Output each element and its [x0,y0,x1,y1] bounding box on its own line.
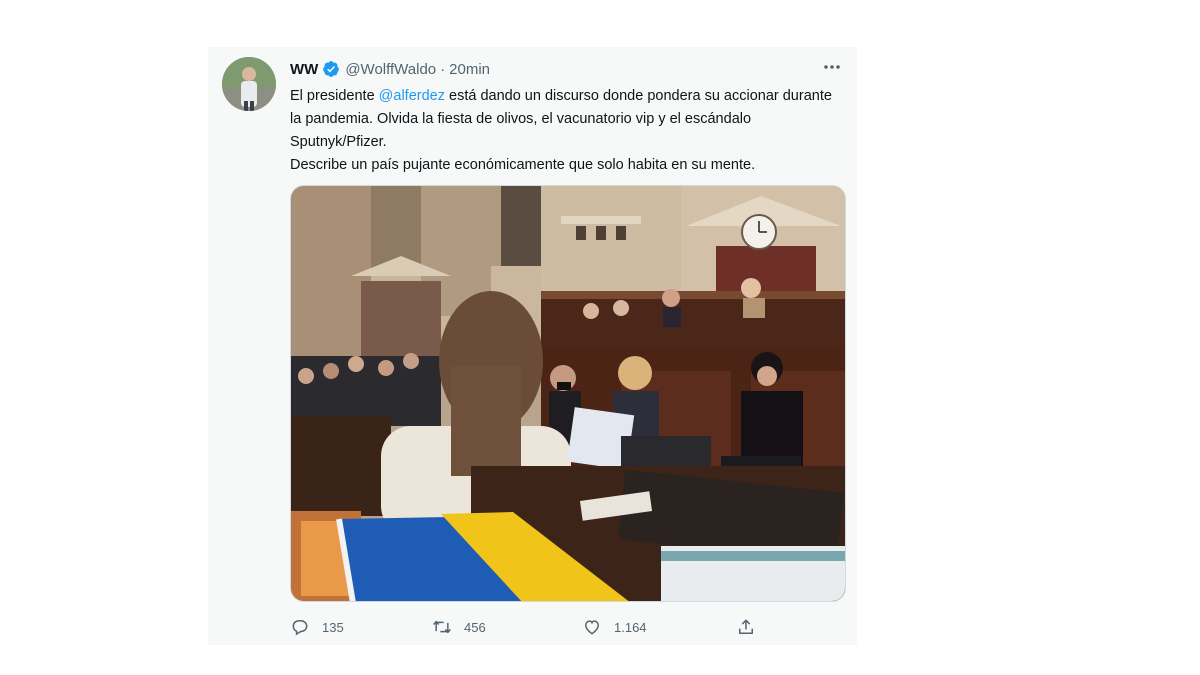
tweet-header: WW @WolffWaldo · 20min [290,59,490,79]
separator-dot: · [440,60,446,78]
photo-parliament-session [291,186,845,601]
tweet-text-line2: Describe un país pujante económicamente … [290,157,756,173]
verified-badge-icon [323,61,340,77]
avatar[interactable] [222,57,276,111]
tweet-actions: 135 456 1.164 [290,617,770,639]
tweet-text: El presidente @alferdez está dando un di… [290,85,846,177]
tweet-text-prefix: El presidente [290,88,379,104]
reply-button[interactable]: 135 [290,617,344,637]
share-icon [739,619,753,634]
tweet-card[interactable]: WW @WolffWaldo · 20min El presidente @al… [208,47,857,645]
reply-count: 135 [322,619,344,635]
more-options-icon[interactable] [821,59,843,75]
retweet-button[interactable]: 456 [432,617,486,637]
share-button[interactable] [736,617,756,637]
reply-icon [292,620,308,636]
handle[interactable]: @WolffWaldo [345,61,436,78]
like-button[interactable]: 1.164 [582,617,647,637]
timestamp[interactable]: 20min [449,61,490,78]
mention-link[interactable]: @alferdez [379,88,445,104]
avatar-image [222,57,276,111]
tweet-photo[interactable] [290,185,846,602]
retweet-icon [433,620,451,634]
retweet-count: 456 [464,619,486,635]
display-name[interactable]: WW [290,61,318,78]
heart-icon [584,620,600,635]
like-count: 1.164 [614,619,647,635]
